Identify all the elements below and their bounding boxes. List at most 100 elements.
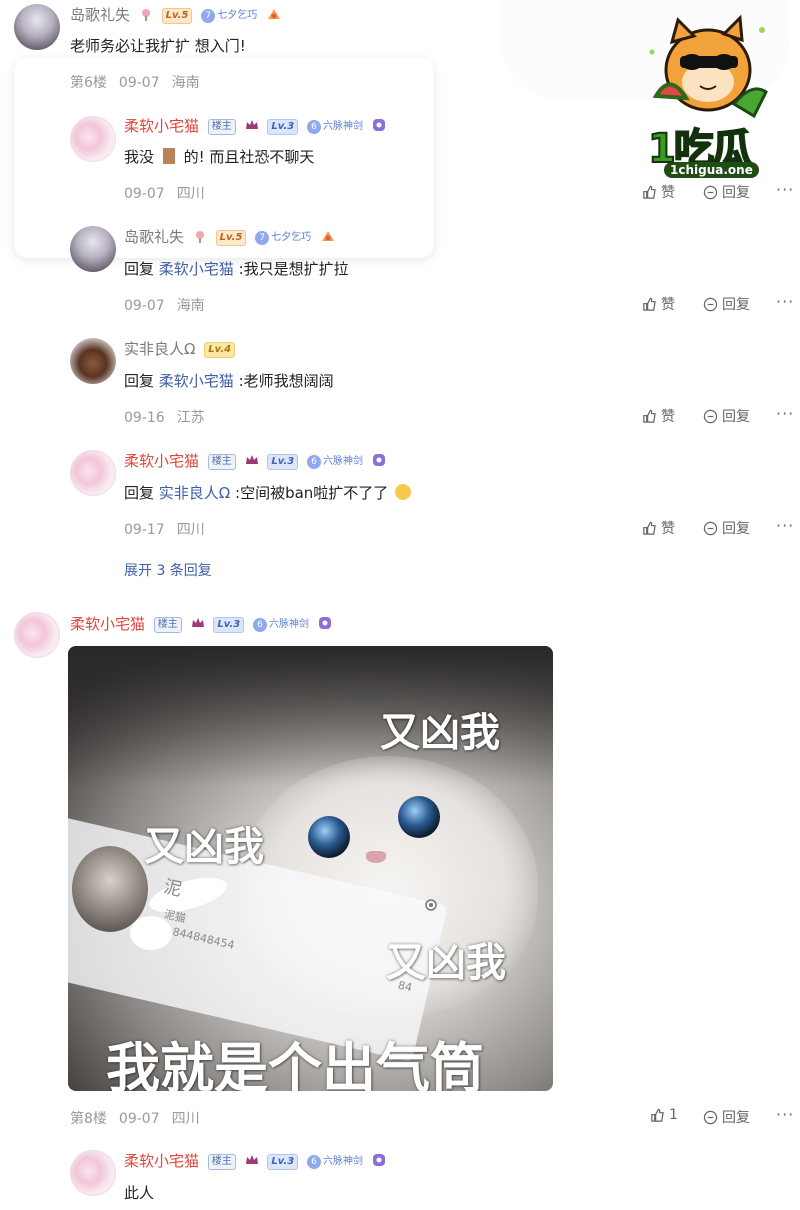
censored-block xyxy=(162,148,175,164)
tag-number: 7 xyxy=(255,231,270,245)
reply-button[interactable]: 回复 xyxy=(703,518,750,538)
medal-icon xyxy=(372,452,386,466)
reply-text-part: 的! 而且社恐不聊天 xyxy=(183,148,315,166)
like-button[interactable]: 赞 xyxy=(642,294,675,314)
meme-image[interactable]: 泥 泥猫 844848454 84 又凶我 又凶我 又凶我 我就是个出气筒 xyxy=(68,646,553,1091)
author-name: 岛歌礼失 xyxy=(124,228,185,246)
author-name: 柔软小宅猫 xyxy=(124,117,200,135)
avatar[interactable] xyxy=(14,612,60,658)
comment-location: 海南 xyxy=(171,75,200,91)
expand-replies-link[interactable]: 展开 3 条回复 xyxy=(124,560,212,580)
comment-author[interactable]: 岛歌礼失 Lv.5 7 七夕乞巧 xyxy=(70,5,280,26)
like-count: 1 xyxy=(669,1107,678,1123)
reply-body: :空间被ban啦扩不了了 xyxy=(230,484,389,502)
mention-link[interactable]: 柔软小宅猫 xyxy=(159,260,234,278)
crown-icon xyxy=(191,615,205,629)
meme-caption: 我就是个出气筒 xyxy=(106,1037,484,1091)
avatar[interactable] xyxy=(70,450,116,496)
mention-link[interactable]: 实非良人Ω xyxy=(159,484,230,502)
comment-icon xyxy=(703,297,718,311)
author-name: 柔软小宅猫 xyxy=(70,615,146,633)
tag-number: 7 xyxy=(201,9,216,23)
level-badge: Lv.5 xyxy=(161,8,193,24)
thumbs-up-icon xyxy=(643,409,656,423)
floor-number: 第6楼 xyxy=(70,75,107,91)
medal-icon xyxy=(266,6,280,20)
crown-icon xyxy=(245,452,259,466)
more-button[interactable]: ··· xyxy=(776,516,794,535)
more-button[interactable]: ··· xyxy=(776,292,794,311)
comment-location: 四川 xyxy=(171,1111,200,1127)
reply-text: 回复 柔软小宅猫 :老师我想阔阔 xyxy=(124,370,334,392)
reply-button[interactable]: 回复 xyxy=(703,182,750,202)
comment-date: 09-07 xyxy=(118,1111,160,1127)
reply-author[interactable]: 柔软小宅猫 楼主 Lv.3 6 六脉神剑 xyxy=(124,116,386,137)
reply-location: 四川 xyxy=(176,522,205,538)
event-tag: 7 七夕乞巧 xyxy=(255,231,311,245)
thumbs-up-icon xyxy=(643,297,656,311)
mention-link[interactable]: 柔软小宅猫 xyxy=(159,372,234,390)
comment-meta: 第6楼 09-07 海南 xyxy=(70,72,212,92)
cat-eye xyxy=(308,816,350,858)
like-button[interactable]: 赞 xyxy=(642,406,675,426)
more-button[interactable]: ··· xyxy=(776,404,794,423)
reply-text: 回复 柔软小宅猫 :我只是想扩扩拉 xyxy=(124,258,349,280)
meme-caption: 又凶我 xyxy=(386,940,506,986)
thumbs-up-icon xyxy=(643,521,656,535)
avatar[interactable] xyxy=(70,338,116,384)
level-badge: Lv.5 xyxy=(215,230,247,246)
author-name: 实非良人Ω xyxy=(124,340,196,358)
reply-label: 回复 xyxy=(722,409,750,425)
logo-url: 1chigua.one xyxy=(664,162,759,178)
reply-meta: 09-16 江苏 xyxy=(124,407,217,427)
medal-icon xyxy=(372,1152,386,1166)
reply-location: 海南 xyxy=(176,298,205,314)
floor-number: 第8楼 xyxy=(70,1111,107,1127)
reply-button[interactable]: 回复 xyxy=(703,406,750,426)
tag-badge-icon: 6 xyxy=(252,618,267,632)
medal-icon xyxy=(372,117,386,131)
reply-date: 09-17 xyxy=(124,522,165,538)
reply-text: 我没 的! 而且社恐不聊天 xyxy=(124,146,314,168)
reply-meta: 09-07 四川 xyxy=(124,183,217,203)
emoji-icon xyxy=(395,484,412,500)
site-logo: 1吃瓜 1chigua.one xyxy=(642,12,772,188)
more-button[interactable]: ··· xyxy=(776,180,794,199)
medal-icon xyxy=(318,615,332,629)
level-badge: Lv.3 xyxy=(213,617,245,633)
reply-author[interactable]: 岛歌礼失 Lv.5 7 七夕乞巧 xyxy=(124,227,334,248)
like-button[interactable]: 赞 xyxy=(642,182,675,202)
author-name: 柔软小宅猫 xyxy=(124,452,200,470)
reply-author[interactable]: 实非良人Ω Lv.4 xyxy=(124,339,236,359)
reply-location: 江苏 xyxy=(176,410,205,426)
flower-icon xyxy=(193,228,207,243)
reply-author[interactable]: 柔软小宅猫 楼主 Lv.3 6 六脉神剑 xyxy=(124,451,386,472)
level-badge: Lv.3 xyxy=(267,454,299,470)
event-tag: 6 六脉神剑 xyxy=(306,1155,363,1169)
avatar[interactable] xyxy=(70,1150,116,1196)
reply-author[interactable]: 柔软小宅猫 楼主 Lv.3 6 六脉神剑 xyxy=(124,1151,386,1172)
like-label: 赞 xyxy=(661,185,675,201)
reply-body: :老师我想阔阔 xyxy=(233,372,334,390)
like-button[interactable]: 赞 xyxy=(642,518,675,538)
comment-author[interactable]: 柔软小宅猫 楼主 Lv.3 6 六脉神剑 xyxy=(70,614,332,635)
reply-label: 回复 xyxy=(722,521,750,537)
avatar[interactable] xyxy=(14,4,60,50)
level-badge: Lv.3 xyxy=(267,1154,299,1170)
like-label: 赞 xyxy=(661,521,675,537)
level-badge: Lv.4 xyxy=(204,342,236,358)
reply-label: 回复 xyxy=(722,297,750,313)
reply-label: 回复 xyxy=(722,185,750,201)
author-name: 柔软小宅猫 xyxy=(124,1152,200,1170)
reply-button[interactable]: 回复 xyxy=(703,1107,750,1127)
more-button[interactable]: ··· xyxy=(776,1105,794,1124)
reply-button[interactable]: 回复 xyxy=(703,294,750,314)
avatar[interactable] xyxy=(70,116,116,162)
avatar[interactable] xyxy=(70,226,116,272)
like-button[interactable]: 1 xyxy=(650,1107,678,1123)
tag-label: 六脉神剑 xyxy=(322,121,363,132)
event-tag: 7 七夕乞巧 xyxy=(201,9,257,23)
comment-meta: 第8楼 09-07 四川 xyxy=(70,1108,212,1128)
meme-caption: 又凶我 xyxy=(144,824,264,870)
reply-date: 09-07 xyxy=(124,186,165,202)
